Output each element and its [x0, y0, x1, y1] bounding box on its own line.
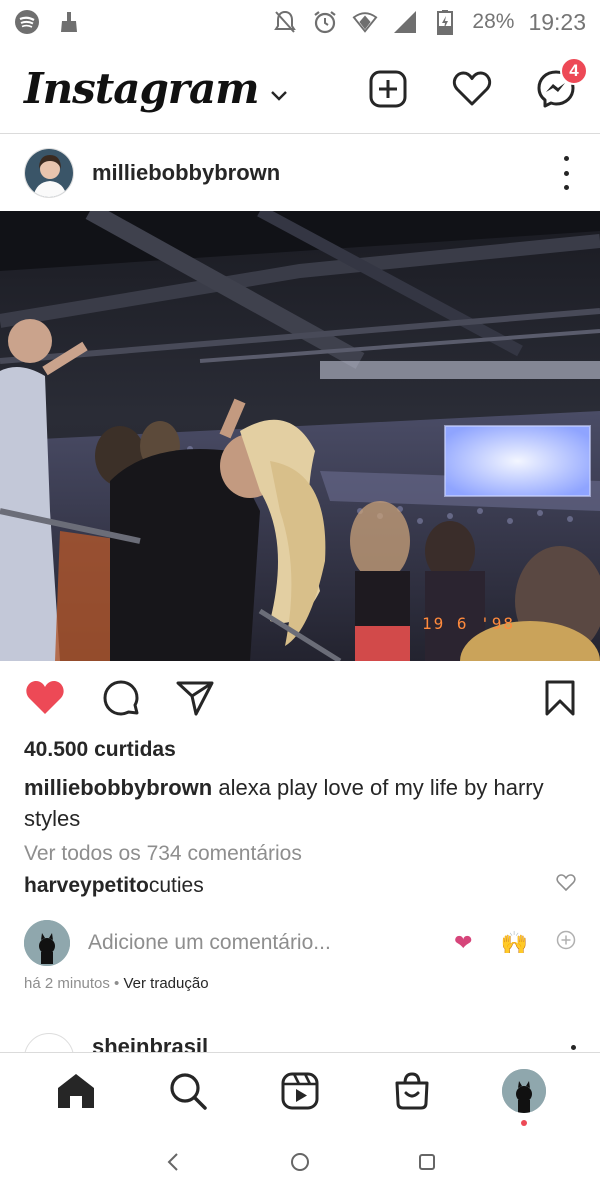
new-post-button[interactable] — [368, 69, 408, 109]
comment-username[interactable]: harveypetito — [24, 874, 149, 898]
comment-item: harveypetito cuties — [24, 874, 576, 898]
alarm-icon — [312, 9, 338, 35]
current-user-avatar — [24, 920, 70, 966]
chevron-down-icon[interactable] — [269, 86, 289, 106]
paper-plane-icon — [176, 681, 214, 715]
signal-icon — [392, 9, 418, 35]
heart-emoji-button[interactable]: ❤ — [454, 930, 472, 956]
comment-icon — [103, 680, 139, 715]
post-actions — [0, 672, 600, 728]
photo-date-stamp: 19 6 '98 — [422, 614, 515, 633]
home-tab[interactable] — [53, 1068, 99, 1114]
view-all-comments-link[interactable]: Ver todos os 734 comentários — [24, 842, 302, 866]
status-bar: 28% 19:23 — [0, 0, 600, 44]
home-icon — [58, 1073, 94, 1108]
shopping-bag-icon — [395, 1071, 429, 1109]
activity-button[interactable] — [452, 69, 492, 109]
spotify-icon — [14, 9, 40, 35]
system-navigation-bar — [0, 1128, 600, 1200]
time-ago: há 2 minutos — [24, 975, 110, 992]
post-photo[interactable]: 19 6 '98 — [0, 211, 600, 661]
recent-apps-icon[interactable] — [417, 1152, 437, 1177]
post-username[interactable]: milliebobbybrown — [92, 160, 280, 186]
next-post-header: sheinbrasil — [0, 1028, 600, 1052]
caption-username[interactable]: milliebobbybrown — [24, 775, 212, 800]
comment-like-icon[interactable] — [556, 874, 576, 898]
raised-hands-emoji-button[interactable]: 🙌 — [501, 930, 528, 956]
clock-time: 19:23 — [528, 8, 586, 35]
heart-icon — [452, 71, 492, 105]
post-caption: milliebobbybrown alexa play love of my l… — [24, 772, 576, 834]
bookmark-icon — [545, 680, 575, 715]
shop-tab[interactable] — [389, 1068, 435, 1114]
home-circle-icon[interactable] — [289, 1151, 311, 1178]
add-comment-row: Adicione um comentário... ❤ 🙌 — [24, 918, 576, 968]
wifi-icon — [352, 9, 378, 35]
battery-icon — [432, 9, 458, 35]
mute-icon — [272, 9, 298, 35]
back-icon[interactable] — [163, 1151, 183, 1178]
direct-messages-button[interactable]: 4 — [536, 56, 588, 109]
save-button[interactable] — [544, 680, 576, 721]
share-button[interactable] — [176, 680, 214, 721]
avatar[interactable] — [24, 148, 74, 198]
messages-badge: 4 — [560, 56, 588, 85]
reels-tab[interactable] — [277, 1068, 323, 1114]
post-timestamp: há 2 minutos • Ver tradução — [24, 975, 209, 992]
likes-count[interactable]: 40.500 curtidas — [24, 738, 176, 762]
comment-button[interactable] — [102, 679, 140, 722]
like-button[interactable] — [24, 680, 66, 721]
bottom-navigation — [0, 1052, 600, 1128]
next-post-username[interactable]: sheinbrasil — [92, 1034, 208, 1052]
profile-tab[interactable] — [501, 1068, 547, 1126]
plus-square-icon — [369, 70, 407, 107]
instagram-logo[interactable]: Instagram — [24, 64, 260, 113]
add-emoji-icon[interactable] — [556, 930, 576, 956]
battery-percentage: 28% — [472, 10, 515, 33]
separator: • — [109, 975, 124, 992]
avatar[interactable] — [24, 1033, 74, 1052]
more-options-icon[interactable] — [556, 156, 576, 190]
heart-filled-icon — [26, 680, 64, 714]
notification-dot — [521, 1119, 527, 1126]
add-comment-input[interactable]: Adicione um comentário... — [88, 931, 331, 955]
post-header: milliebobbybrown — [0, 135, 600, 211]
app-header: Instagram 4 — [0, 44, 600, 134]
more-options-icon[interactable] — [571, 1045, 576, 1050]
search-tab[interactable] — [165, 1068, 211, 1114]
search-icon — [170, 1072, 207, 1110]
broom-icon — [56, 9, 82, 35]
reels-icon — [281, 1072, 319, 1109]
avatar — [502, 1068, 546, 1113]
see-translation-link[interactable]: Ver tradução — [123, 975, 208, 992]
comment-text: cuties — [148, 874, 204, 897]
